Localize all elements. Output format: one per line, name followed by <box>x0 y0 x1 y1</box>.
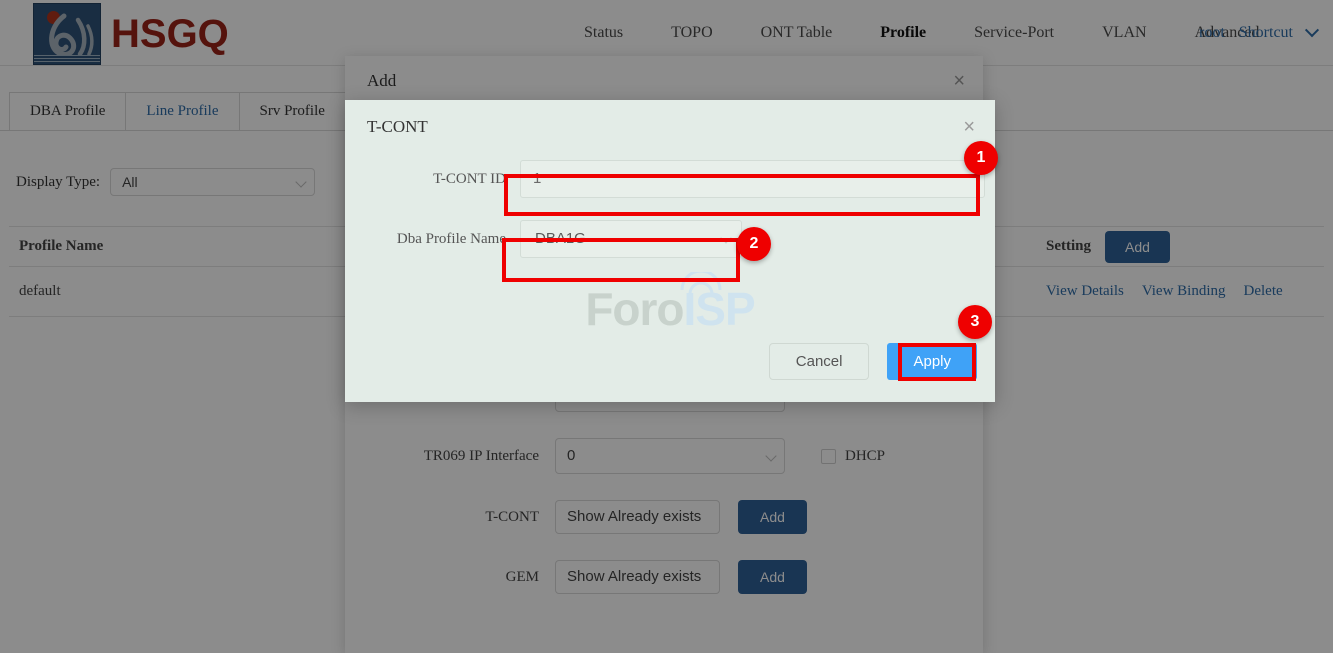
tcont-id-input[interactable]: 1 <box>520 160 985 198</box>
tcont-dialog: T-CONT × ForoISP T-CONT ID 1 Dba Profile… <box>345 100 995 402</box>
wifi-arc-icon <box>680 272 722 295</box>
tcont-dialog-header: T-CONT × <box>345 100 995 154</box>
apply-button[interactable]: Apply <box>887 343 977 380</box>
annotation-badge-3: 3 <box>958 305 992 339</box>
tcont-id-value: 1 <box>533 170 542 187</box>
chevron-down-icon <box>720 232 732 244</box>
tcont-dialog-title: T-CONT <box>367 117 428 136</box>
foroisp-watermark: ForoISP <box>345 282 995 336</box>
annotation-badge-2: 2 <box>737 227 771 261</box>
field-tcont-id: T-CONT ID 1 <box>345 160 995 198</box>
dba-profile-value: DBA1G <box>535 230 586 247</box>
watermark-text-b: ISP <box>683 283 756 335</box>
tcont-id-label: T-CONT ID <box>433 170 506 187</box>
dba-profile-label: Dba Profile Name <box>396 230 506 247</box>
watermark-text-a: Foro <box>585 283 684 335</box>
tcont-dialog-actions: Cancel Apply <box>768 343 977 380</box>
field-dba-profile-name: Dba Profile Name DBA1G <box>345 220 995 258</box>
dba-profile-select[interactable]: DBA1G <box>520 220 742 258</box>
tcont-dialog-body: T-CONT ID 1 Dba Profile Name DBA1G <box>345 154 995 258</box>
cancel-button[interactable]: Cancel <box>768 343 870 380</box>
close-icon[interactable]: × <box>963 117 975 137</box>
annotation-badge-1: 1 <box>964 141 998 175</box>
